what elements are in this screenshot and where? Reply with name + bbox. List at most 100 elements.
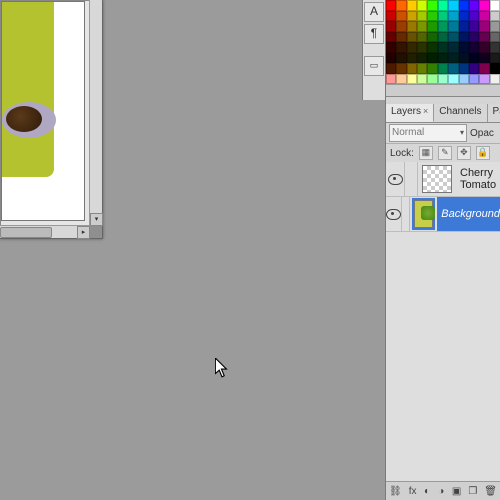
swatch[interactable] [396, 21, 406, 32]
swatch[interactable] [459, 21, 469, 32]
lock-all-icon[interactable]: 🔒 [476, 146, 490, 160]
swatch[interactable] [407, 32, 417, 43]
swatch[interactable] [479, 63, 489, 74]
swatch[interactable] [438, 74, 448, 85]
swatch[interactable] [386, 74, 396, 85]
swatch[interactable] [396, 32, 406, 43]
swatch[interactable] [386, 11, 396, 22]
swatch[interactable] [448, 74, 458, 85]
swatch[interactable] [459, 53, 469, 64]
swatch[interactable] [459, 63, 469, 74]
swatch[interactable] [438, 53, 448, 64]
swatch[interactable] [438, 21, 448, 32]
blend-mode-select[interactable]: Normal ▾ [389, 124, 467, 142]
visibility-toggle[interactable] [386, 197, 402, 231]
paragraph-icon[interactable]: ¶ [364, 24, 384, 44]
swatch[interactable] [459, 32, 469, 43]
swatch[interactable] [386, 21, 396, 32]
layer-thumbnail[interactable] [422, 165, 452, 193]
group-icon[interactable]: ▣ [452, 485, 461, 498]
vertical-scrollbar[interactable]: ▾ [89, 0, 102, 226]
swatch[interactable] [427, 21, 437, 32]
swatch[interactable] [427, 11, 437, 22]
swatch[interactable] [469, 21, 479, 32]
swatch[interactable] [459, 11, 469, 22]
swatch[interactable] [490, 32, 500, 43]
layer-row[interactable]: Background [386, 197, 500, 232]
trash-icon[interactable]: 🗑 [484, 485, 497, 498]
swatch[interactable] [427, 42, 437, 53]
swatch[interactable] [438, 32, 448, 43]
swatch[interactable] [469, 0, 479, 11]
swatch[interactable] [438, 42, 448, 53]
swatch[interactable] [417, 11, 427, 22]
swatch[interactable] [417, 74, 427, 85]
swatch[interactable] [427, 63, 437, 74]
swatch[interactable] [448, 53, 458, 64]
swatch[interactable] [396, 0, 406, 11]
swatch[interactable] [490, 63, 500, 74]
tab-channels[interactable]: Channels [434, 104, 487, 122]
canvas[interactable] [1, 1, 85, 221]
swatch[interactable] [407, 21, 417, 32]
panel-menu-icon[interactable]: ▭ [364, 56, 384, 76]
swatch[interactable] [448, 63, 458, 74]
swatch[interactable] [448, 0, 458, 11]
fx-icon[interactable]: fx [409, 485, 417, 498]
swatch[interactable] [469, 32, 479, 43]
swatch[interactable] [479, 74, 489, 85]
swatch[interactable] [386, 42, 396, 53]
swatch[interactable] [417, 21, 427, 32]
lock-pixels-icon[interactable]: ✎ [438, 146, 452, 160]
link-icon[interactable]: ⛓ [389, 485, 402, 498]
swatch[interactable] [438, 11, 448, 22]
swatch[interactable] [459, 0, 469, 11]
swatch[interactable] [448, 21, 458, 32]
swatch[interactable] [479, 21, 489, 32]
swatch[interactable] [427, 0, 437, 11]
layer-name[interactable]: Background [437, 197, 500, 231]
lock-transparent-icon[interactable]: ▦ [419, 146, 433, 160]
swatch[interactable] [438, 0, 448, 11]
swatch[interactable] [386, 53, 396, 64]
swatch[interactable] [386, 63, 396, 74]
swatch[interactable] [479, 11, 489, 22]
swatch[interactable] [469, 63, 479, 74]
swatch[interactable] [459, 42, 469, 53]
swatch[interactable] [459, 74, 469, 85]
swatch[interactable] [396, 74, 406, 85]
swatch[interactable] [448, 32, 458, 43]
layer-thumbnail[interactable] [414, 200, 433, 228]
swatch[interactable] [407, 74, 417, 85]
swatch[interactable] [479, 53, 489, 64]
swatch[interactable] [490, 74, 500, 85]
swatch[interactable] [479, 42, 489, 53]
swatch-scrollbar[interactable] [386, 84, 500, 96]
layer-row[interactable]: Cherry Tomato [386, 162, 500, 197]
swatch[interactable] [490, 21, 500, 32]
swatch[interactable] [396, 63, 406, 74]
h-scroll-thumb[interactable] [0, 227, 52, 238]
swatch[interactable] [396, 42, 406, 53]
swatch[interactable] [490, 53, 500, 64]
swatch[interactable] [386, 32, 396, 43]
swatch[interactable] [448, 42, 458, 53]
swatch[interactable] [417, 63, 427, 74]
type-tool-icon[interactable]: A [364, 2, 384, 22]
visibility-toggle[interactable] [386, 162, 405, 196]
swatch[interactable] [407, 63, 417, 74]
swatch[interactable] [490, 42, 500, 53]
swatch[interactable] [407, 11, 417, 22]
swatch[interactable] [417, 0, 427, 11]
tab-layers[interactable]: Layers× [386, 104, 434, 122]
swatch[interactable] [427, 32, 437, 43]
tab-pat[interactable]: Pat [488, 104, 500, 122]
swatch-grid[interactable] [386, 0, 500, 84]
swatch[interactable] [386, 0, 396, 11]
swatch[interactable] [490, 11, 500, 22]
layer-name[interactable]: Cherry Tomato [456, 162, 500, 196]
swatch[interactable] [490, 0, 500, 11]
swatch[interactable] [479, 0, 489, 11]
swatch[interactable] [427, 74, 437, 85]
swatch[interactable] [469, 53, 479, 64]
